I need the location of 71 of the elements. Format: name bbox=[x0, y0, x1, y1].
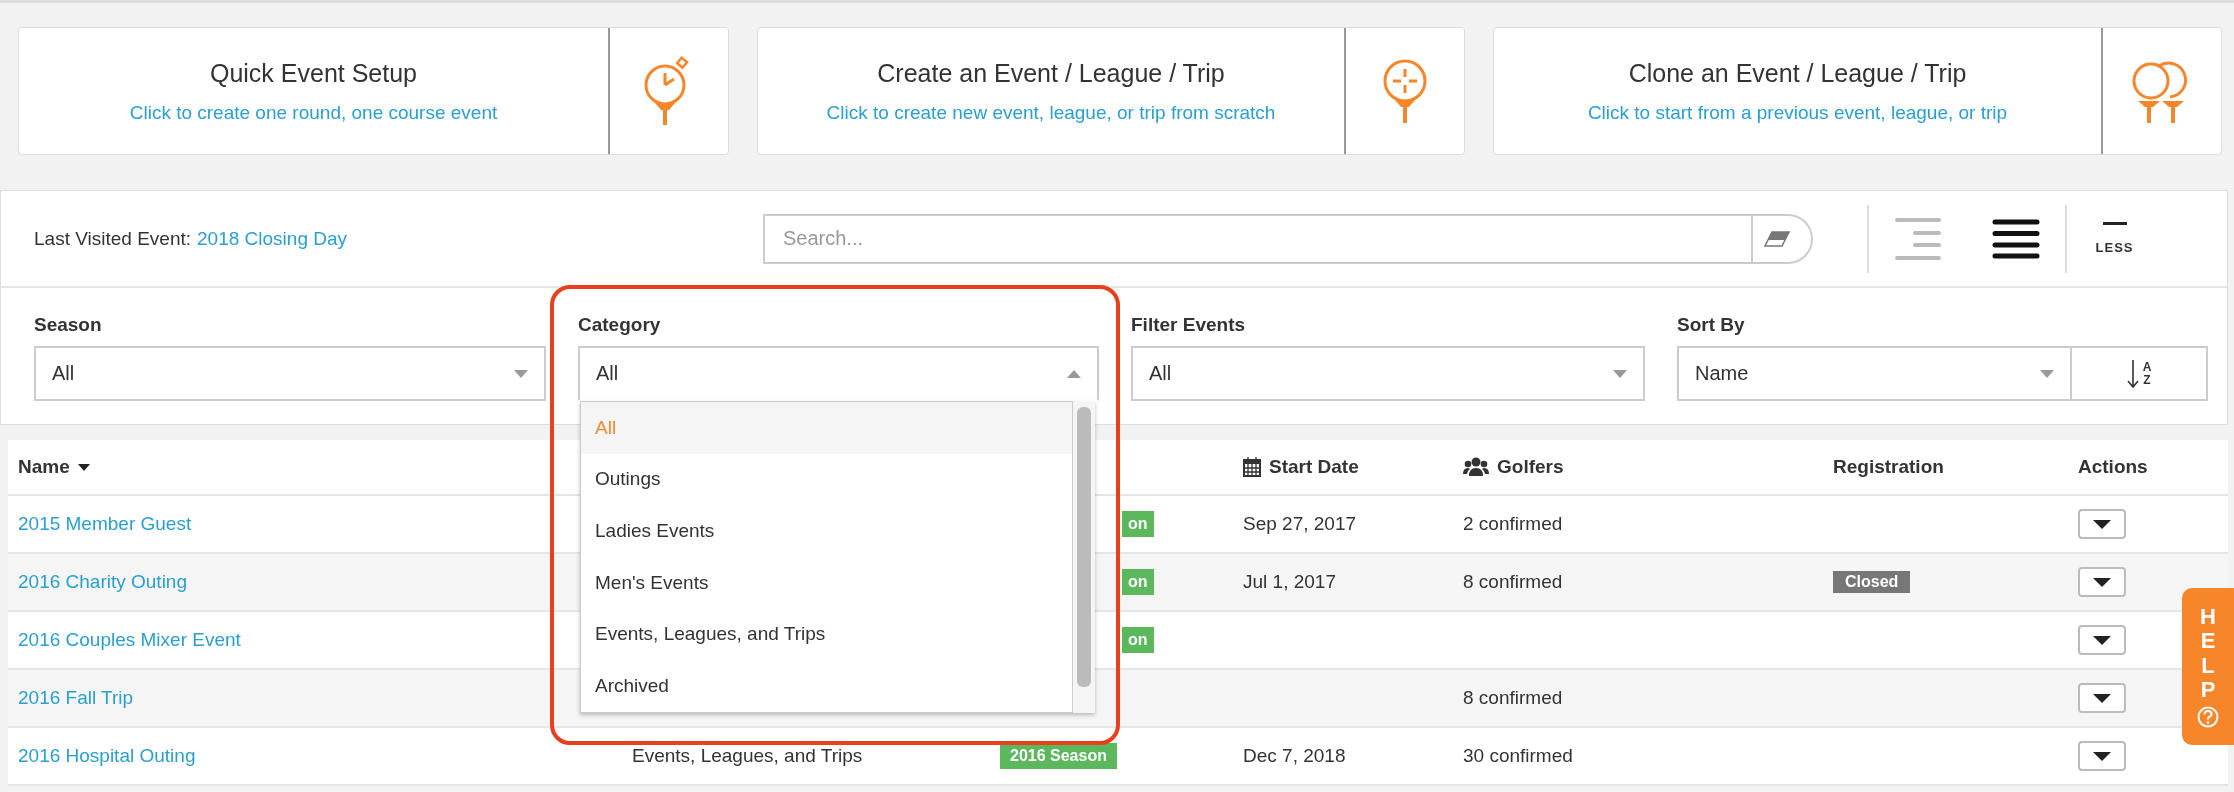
dropdown-select[interactable]: Name bbox=[1677, 346, 2072, 401]
actions-button[interactable] bbox=[2078, 683, 2126, 713]
status-tag: Closed bbox=[1833, 571, 1911, 593]
caret-icon bbox=[2093, 577, 2111, 587]
card-title: Create an Event / League / Trip bbox=[877, 58, 1225, 88]
card-subtitle: Click to create new event, league, or trip from scratch bbox=[826, 101, 1276, 124]
column-header[interactable]: Name bbox=[18, 456, 70, 478]
card-subtitle: Click to create one round, one course event bbox=[129, 101, 498, 124]
caret-icon bbox=[2040, 369, 2054, 378]
table-cell: Dec 7, 2018 bbox=[1243, 745, 1346, 767]
compact-list-icon bbox=[1894, 216, 1941, 261]
card-title: Quick Event Setup bbox=[209, 58, 418, 88]
season-tag: on bbox=[1122, 569, 1154, 595]
table-cell: 8 confirmed bbox=[1463, 571, 1563, 593]
last-visited-label: Last Visited Event: bbox=[34, 227, 192, 250]
column-header: Golfers bbox=[1497, 456, 1564, 478]
action-card[interactable]: Quick Event Setup Click to create one round, one course event bbox=[18, 27, 729, 155]
actions-button[interactable] bbox=[2078, 509, 2126, 539]
caret-icon bbox=[1613, 369, 1627, 378]
actions-button[interactable] bbox=[2078, 741, 2126, 771]
table-cell: Sep 27, 2017 bbox=[1243, 513, 1357, 535]
caret-icon bbox=[1067, 369, 1081, 378]
table-cell: Jul 1, 2017 bbox=[1243, 571, 1336, 593]
table-cell: 8 confirmed bbox=[1463, 687, 1563, 709]
filter-label: Filter Events bbox=[1131, 314, 1247, 336]
filter-label: Season bbox=[34, 314, 103, 336]
clear-button[interactable] bbox=[1751, 213, 1813, 264]
list-icon bbox=[1991, 218, 2040, 259]
less-button[interactable]: LESS bbox=[2067, 222, 2162, 255]
dropdown-select[interactable]: All bbox=[34, 346, 546, 401]
scrollbar-thumb[interactable] bbox=[1077, 407, 1091, 687]
caret-icon bbox=[2093, 519, 2111, 529]
dropdown-option[interactable]: Men's Events bbox=[581, 556, 1072, 609]
down-arrow-icon bbox=[2126, 358, 2139, 389]
filter-label: Sort By bbox=[1677, 314, 1746, 336]
caret-icon bbox=[2093, 635, 2111, 645]
filter-label: Category bbox=[578, 314, 662, 336]
question-icon bbox=[2197, 705, 2219, 728]
table-cell: 30 confirmed bbox=[1463, 745, 1573, 767]
table-cell: Events, Leagues, and Trips bbox=[632, 745, 863, 767]
caret-icon bbox=[2093, 693, 2111, 703]
action-card[interactable]: Clone an Event / League / Trip Click to start from a previous event, league, or trip bbox=[1493, 27, 2222, 155]
eraser-icon bbox=[1764, 230, 1790, 247]
actions-button[interactable] bbox=[2078, 625, 2126, 655]
caret-icon bbox=[514, 369, 528, 378]
caret-icon bbox=[2093, 751, 2111, 761]
action-card[interactable]: Create an Event / League / Trip Click to create new event, league, or trip from scratch bbox=[757, 27, 1465, 155]
dropdown-select[interactable]: All bbox=[578, 346, 1099, 401]
card-title: Clone an Event / League / Trip bbox=[1628, 58, 1967, 88]
people-icon bbox=[1463, 457, 1489, 477]
actions-button[interactable] bbox=[2078, 567, 2126, 597]
table-cell: 2 confirmed bbox=[1463, 513, 1563, 535]
column-header: Registration bbox=[1833, 456, 1944, 478]
dropdown-select[interactable]: All bbox=[1131, 346, 1645, 401]
calendar-icon bbox=[1243, 457, 1261, 477]
dropdown-option[interactable]: Outings bbox=[581, 453, 1072, 506]
season-tag: on bbox=[1122, 511, 1154, 537]
search-field[interactable]: Search... bbox=[763, 213, 1751, 264]
dropdown-option[interactable]: Ladies Events bbox=[581, 505, 1072, 557]
sort-caret-icon bbox=[77, 463, 90, 471]
column-header: Actions bbox=[2078, 456, 2148, 478]
minus-icon bbox=[2102, 222, 2127, 226]
season-tag: on bbox=[1122, 627, 1154, 653]
season-tag: 2016 Season bbox=[1000, 743, 1117, 769]
column-header: Start Date bbox=[1269, 456, 1359, 478]
view-toggle[interactable] bbox=[1991, 218, 2040, 259]
dropdown-option[interactable]: Events, Leagues, and Trips bbox=[581, 608, 1072, 660]
card-subtitle: Click to start from a previous event, league, or trip bbox=[1587, 101, 2008, 124]
dropdown-option[interactable]: Archived bbox=[581, 659, 1072, 712]
view-toggle[interactable] bbox=[1894, 216, 1941, 261]
sort-direction-button[interactable]: A Z bbox=[2072, 346, 2208, 401]
